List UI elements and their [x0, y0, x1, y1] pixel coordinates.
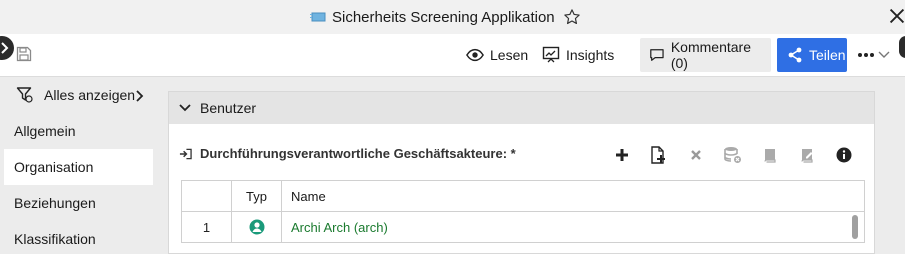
remove-icon — [691, 150, 701, 160]
close-icon[interactable] — [886, 5, 905, 27]
share-button[interactable]: Teilen — [777, 38, 847, 72]
sidebar: Alles anzeigen Allgemein Organisation Be… — [0, 77, 153, 254]
share-icon — [788, 47, 802, 63]
add-button[interactable] — [612, 145, 632, 165]
filter-icon — [16, 87, 33, 103]
window-title-group: Sicherheits Screening Applikation — [310, 0, 581, 34]
book-edit-button[interactable] — [797, 145, 817, 165]
info-icon — [836, 147, 852, 163]
table-header-row: Typ Name — [181, 180, 865, 212]
chevron-right-icon — [136, 90, 144, 102]
database-remove-icon — [724, 147, 741, 163]
share-label: Teilen — [809, 47, 846, 63]
side-panel-toggle[interactable] — [899, 36, 905, 58]
row-index: 1 — [181, 211, 232, 243]
section-label-row: Durchführungsverantwortliche Geschäftsak… — [179, 146, 516, 161]
sidebar-item-klassifikation[interactable]: Klassifikation — [0, 221, 153, 257]
chevron-down-icon — [179, 104, 191, 112]
sidebar-item-label: Organisation — [14, 159, 94, 175]
panel-title: Benutzer — [200, 100, 257, 116]
users-panel: Benutzer Durchführungsverantwortliche Ge… — [168, 91, 875, 254]
chevron-right-icon — [1, 42, 9, 54]
eye-icon — [466, 48, 484, 62]
sidebar-item-label: Beziehungen — [14, 195, 96, 211]
more-dots-icon — [858, 53, 874, 57]
more-options-button[interactable] — [858, 38, 890, 72]
app-icon — [310, 12, 326, 22]
insights-button[interactable]: Insights — [542, 38, 614, 72]
new-document-icon — [651, 146, 665, 164]
column-header-index — [181, 180, 232, 212]
filter-label: Alles anzeigen — [44, 87, 136, 103]
read-label: Lesen — [490, 47, 529, 63]
comments-button[interactable]: Kommentare (0) — [640, 38, 771, 72]
section-label: Durchführungsverantwortliche Geschäftsak… — [200, 146, 516, 161]
row-name-link[interactable]: Archi Arch (arch) — [281, 211, 865, 243]
database-remove-button[interactable] — [723, 145, 743, 165]
filter-show-all[interactable]: Alles anzeigen — [0, 77, 153, 113]
comment-icon — [650, 49, 664, 61]
column-header-name[interactable]: Name — [281, 180, 865, 212]
info-button[interactable] — [834, 145, 854, 165]
column-header-type[interactable]: Typ — [231, 180, 282, 212]
read-button[interactable]: Lesen — [466, 38, 528, 72]
book-icon — [764, 149, 776, 163]
book-button[interactable] — [760, 145, 780, 165]
users-table: Typ Name 1 Archi Arch (arch) — [181, 180, 865, 243]
add-icon — [616, 149, 628, 161]
title-bar: Sicherheits Screening Applikation — [0, 0, 905, 34]
table-scrollbar[interactable] — [852, 215, 858, 239]
chevron-down-icon — [878, 51, 890, 58]
window-title: Sicherheits Screening Applikation — [332, 8, 555, 26]
new-document-button[interactable] — [648, 145, 668, 165]
save-icon[interactable] — [16, 46, 32, 62]
sidebar-item-beziehungen[interactable]: Beziehungen — [0, 185, 153, 221]
remove-button[interactable] — [686, 145, 706, 165]
sign-in-icon — [179, 148, 192, 159]
insights-label: Insights — [566, 47, 615, 63]
collapse-panel-button[interactable] — [0, 36, 14, 60]
sidebar-item-label: Allgemein — [14, 123, 76, 139]
book-edit-icon — [800, 149, 813, 163]
table-row[interactable]: 1 Archi Arch (arch) — [181, 211, 865, 243]
star-icon[interactable] — [563, 8, 581, 26]
comments-label: Kommentare (0) — [670, 39, 751, 71]
sidebar-item-label: Klassifikation — [14, 231, 96, 247]
row-type-cell — [231, 211, 282, 243]
sidebar-item-allgemein[interactable]: Allgemein — [0, 113, 153, 149]
toolbar: Lesen Insights Kommentare (0) Teilen — [0, 34, 905, 77]
insights-icon — [542, 46, 560, 63]
user-icon — [249, 219, 264, 235]
panel-header[interactable]: Benutzer — [169, 92, 874, 124]
sidebar-item-organisation[interactable]: Organisation — [4, 149, 153, 185]
